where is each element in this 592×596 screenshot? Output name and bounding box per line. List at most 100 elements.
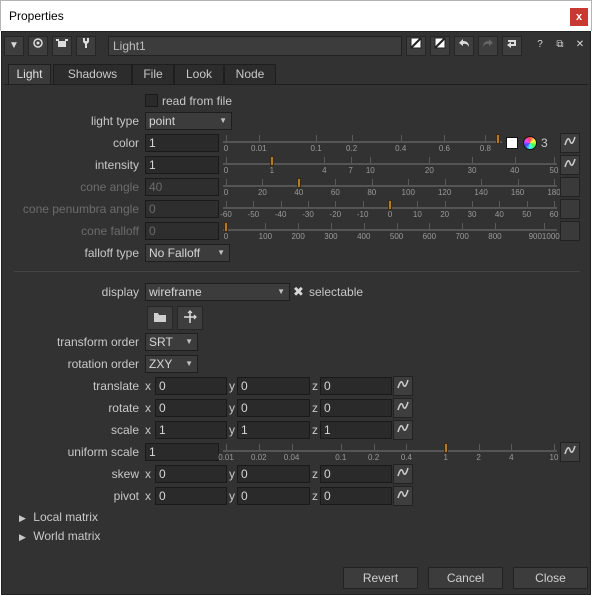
falloff-type-dropdown[interactable]: No Falloff ▼ (145, 244, 230, 262)
node-color-button[interactable] (52, 36, 72, 56)
slider-thumb[interactable] (269, 156, 274, 166)
skew-animation-button[interactable] (393, 464, 413, 484)
color-input[interactable]: 1 (145, 134, 219, 152)
skew-y-input[interactable]: 0 (237, 465, 310, 483)
translate-z-input[interactable]: 0 (320, 377, 392, 395)
cone-falloff-slider[interactable]: 0 100 200 300 400 500 600 700 800 9001000 (223, 221, 560, 241)
translate-animation-button[interactable] (393, 376, 413, 396)
color-picker-button[interactable] (406, 36, 426, 56)
tab-node[interactable]: Node (224, 64, 276, 84)
slider-tick-label: 0 (223, 188, 229, 197)
slider-tick-label: 0.4 (400, 453, 412, 462)
slider-tick (481, 179, 483, 185)
window-close-button[interactable]: x (570, 8, 588, 26)
skew-z-input[interactable]: 0 (320, 465, 392, 483)
collapse-button[interactable]: ▼ (4, 36, 24, 56)
rotate-y-input[interactable]: 0 (237, 399, 310, 417)
world-matrix-expander[interactable]: ▶ World matrix (19, 529, 100, 543)
triangle-right-icon: ▶ (19, 513, 26, 523)
revert-button[interactable] (502, 36, 522, 56)
scale-x-input[interactable]: 1 (155, 421, 227, 439)
cone-penumbra-angle-input[interactable]: 0 (145, 200, 219, 218)
chevron-down-icon: ▼ (217, 248, 225, 257)
tab-file[interactable]: File (132, 64, 174, 84)
intensity-slider[interactable]: 0 1 4 7 10 20 30 40 50 (223, 155, 558, 175)
rotation-order-dropdown[interactable]: ZXY ▼ (145, 355, 198, 373)
slider-thumb[interactable] (388, 200, 392, 210)
close-button[interactable]: Close (513, 567, 588, 589)
slider-tick (258, 444, 260, 450)
slider-tick (499, 201, 501, 207)
pivot-y-input[interactable]: 0 (237, 487, 310, 505)
scale-y-input[interactable]: 1 (237, 421, 310, 439)
scale-z-input[interactable]: 1 (320, 421, 392, 439)
world-matrix-label: World matrix (33, 529, 101, 543)
intensity-animation-button[interactable] (560, 155, 580, 175)
uniform-scale-slider[interactable]: 0.01 0.02 0.04 0.1 0.2 0.4 1 2 4 10 (218, 442, 558, 462)
slider-thumb[interactable] (443, 443, 448, 453)
intensity-input[interactable]: 1 (145, 156, 219, 174)
folder-button[interactable] (147, 306, 173, 330)
z-axis-label: z (312, 467, 318, 481)
cone-falloff-animation-button[interactable] (560, 221, 580, 241)
slider-thumb[interactable] (495, 134, 500, 144)
cone-penumbra-animation-button[interactable] (560, 199, 580, 219)
cone-angle-input[interactable]: 40 (145, 178, 219, 196)
cone-angle-slider[interactable]: 0 20 40 60 80 100 120 140 160 180 (223, 177, 561, 197)
color-channels-label[interactable]: 3 (541, 136, 548, 150)
revert-footer-button[interactable]: Revert (343, 567, 418, 589)
tab-look[interactable]: Look (174, 64, 224, 84)
cone-angle-animation-button[interactable] (560, 177, 580, 197)
pivot-animation-button[interactable] (393, 486, 413, 506)
slider-tick-label: 50 (522, 210, 532, 219)
axis-handle-button[interactable] (177, 306, 203, 330)
swatch-icon (434, 37, 446, 49)
redo-button[interactable] (478, 36, 498, 56)
color-wheel-icon[interactable] (523, 136, 537, 150)
wrench-button[interactable] (76, 36, 96, 56)
slider-thumb[interactable] (296, 178, 301, 188)
close-panel-button[interactable]: ✕ (570, 36, 590, 56)
cancel-button[interactable]: Cancel (428, 567, 503, 589)
translate-y-input[interactable]: 0 (237, 377, 310, 395)
scale-animation-button[interactable] (393, 420, 413, 440)
undo-button[interactable] (454, 36, 474, 56)
slider-thumb[interactable] (224, 222, 228, 232)
center-node-button[interactable] (28, 36, 48, 56)
node-tile-color-button[interactable] (430, 36, 450, 56)
slider-tick-label: 20 (257, 188, 267, 197)
cone-penumbra-angle-slider[interactable]: -60 -50 -40 -30 -20 -10 0 10 20 30 40 50 60 (220, 199, 558, 219)
cone-falloff-input[interactable]: 0 (145, 222, 219, 240)
pivot-x-input[interactable]: 0 (155, 487, 227, 505)
uniform-scale-animation-button[interactable] (560, 442, 580, 462)
tab-shadows[interactable]: Shadows (53, 64, 132, 84)
selectable-checkbox[interactable]: ✖ (293, 284, 304, 300)
help-button[interactable]: ? (530, 36, 550, 56)
uniform-scale-input[interactable]: 1 (145, 443, 219, 461)
slider-tick-label: 300 (324, 232, 338, 241)
transform-order-dropdown[interactable]: SRT ▼ (145, 333, 198, 351)
slider-tick-label: 30 (467, 210, 477, 219)
swatch-icon (410, 37, 422, 49)
color-swatch[interactable] (506, 137, 518, 149)
float-button[interactable]: ⧉ (550, 36, 570, 56)
node-name-input[interactable]: Light1 (108, 36, 402, 56)
slider-tick-label: 400 (357, 232, 371, 241)
local-matrix-expander[interactable]: ▶ Local matrix (19, 510, 98, 524)
pivot-z-input[interactable]: 0 (320, 487, 392, 505)
gizmo-icon (56, 39, 68, 47)
color-animation-button[interactable] (560, 133, 580, 153)
rotate-x-input[interactable]: 0 (155, 399, 227, 417)
skew-x-input[interactable]: 0 (155, 465, 227, 483)
light-type-dropdown[interactable]: point ▼ (145, 112, 232, 130)
rotate-z-input[interactable]: 0 (320, 399, 392, 417)
read-from-file-checkbox[interactable] (145, 94, 158, 107)
color-slider[interactable]: 0 0.01 0.1 0.2 0.4 0.6 0.8 (223, 133, 502, 153)
display-dropdown[interactable]: wireframe ▼ (145, 283, 290, 301)
rotation-order-value: ZXY (149, 357, 173, 371)
rotate-animation-button[interactable] (393, 398, 413, 418)
tab-light[interactable]: Light (8, 64, 51, 84)
translate-x-input[interactable]: 0 (155, 377, 227, 395)
slider-tick (335, 201, 337, 207)
slider-tick (373, 444, 375, 450)
